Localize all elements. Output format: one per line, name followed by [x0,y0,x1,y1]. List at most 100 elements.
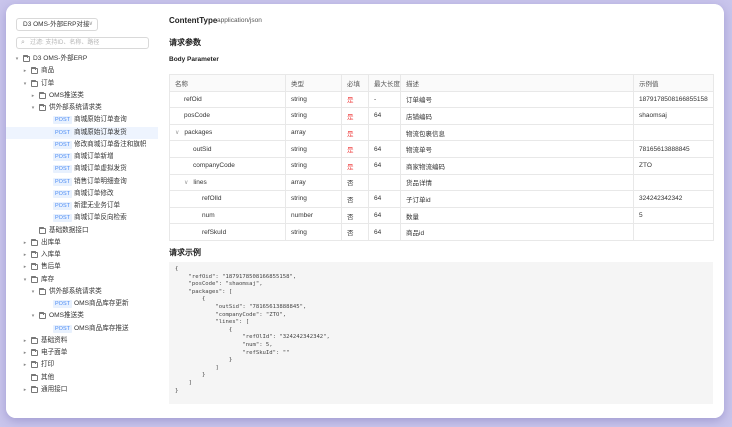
request-params-title: 请求参数 [169,38,201,47]
table-row: num number 否 64 数量 5 [169,206,714,225]
param-desc-cell: 子订单id [400,190,634,208]
tree-folder-item[interactable]: ▾ 供外部系统请求类 [6,102,158,114]
tree-folder-item[interactable]: ▸ 售后单 [6,261,158,273]
caret-down-icon[interactable]: ▾ [30,310,36,322]
param-example-cell [633,173,714,192]
param-name-cell: refOlId [169,190,286,208]
tree-item-label: 订单 [41,79,55,87]
expand-chevron-icon[interactable]: ∨ [184,180,188,186]
folder-icon [31,67,38,75]
param-required-cell: 否 [341,190,369,208]
folder-icon [23,55,30,62]
tree-api-item[interactable]: POST 商城订单反向检索 [6,212,158,224]
param-name: posCode [184,112,211,120]
tree-api-item[interactable]: POST OMS商品库存更新 [6,298,158,310]
caret-right-icon[interactable]: ▸ [22,249,28,261]
tree-item-label: 基础资料 [41,336,68,344]
tree-folder-item[interactable]: ▸ 基础资料 [6,335,158,347]
tree-folder-item[interactable]: 基础数据接口 [6,225,158,237]
tree-item-label: 商城原始订单查询 [74,116,127,124]
tree-api-item[interactable]: POST 商城原始订单发货 [6,126,158,139]
project-select[interactable]: D3 OMS-外部ERP对接 ∨ [16,18,98,31]
tree-folder-item[interactable]: ▾ OMS推送类 [6,310,158,322]
caret-right-icon[interactable]: ▸ [22,384,28,396]
post-method-tag: POST [53,189,72,198]
sidebar: D3 OMS-外部ERP对接 ∨ ⌕ ▾ D3 OMS-外部ERP ▸ 商品 ▾ 订单 ▸ O… [6,4,159,418]
code-line: "refOlId": "324242342342", [175,334,330,341]
tree-item-label: D3 OMS-外部ERP [33,55,88,62]
folder-icon [39,312,46,320]
param-required-cell: 是 [341,140,369,158]
tree-folder-item[interactable]: ▾ D3 OMS-外部ERP [6,53,158,65]
caret-down-icon[interactable]: ▾ [22,274,28,286]
tree-folder-item[interactable]: ▾ 订单 [6,78,158,90]
caret-down-icon[interactable]: ▾ [22,78,28,90]
caret-right-icon[interactable]: ▸ [22,237,28,249]
param-type-cell: string [285,190,342,208]
code-line: { [175,296,206,303]
param-name-cell: refOid [169,90,286,109]
param-type-cell: string [285,140,342,158]
tree-folder-item[interactable]: ▾ 库存 [6,274,158,286]
tree-api-item[interactable]: POST 新建无业务订单 [6,200,158,212]
param-name-cell: outSid [169,140,286,158]
tree-api-item[interactable]: POST 修改商城订单备注和旗帜 [6,139,158,151]
tree-item-label: 商品 [41,67,55,75]
tree-api-item[interactable]: POST OMS商品库存推送 [6,323,158,335]
folder-icon [31,79,38,87]
tree-folder-item[interactable]: ▸ 入库单 [6,249,158,261]
caret-down-icon[interactable]: ▾ [30,286,36,298]
project-select-value: D3 OMS-外部ERP对接 [23,21,90,28]
param-maxlen-cell [368,173,401,192]
tree-folder-item[interactable]: ▸ 商品 [6,65,158,77]
folder-icon [31,238,38,246]
search-input[interactable] [30,38,145,48]
caret-right-icon[interactable]: ▸ [30,90,36,102]
code-line: "refOid": "1879178508166855158", [175,273,297,280]
caret-right-icon[interactable]: ▸ [22,347,28,359]
param-type-cell: array [285,123,342,142]
tree-folder-item[interactable]: ▸ 电子面单 [6,347,158,359]
request-example-code: { "refOid": "1879178508166855158", "posC… [169,262,713,404]
tree-folder-item[interactable]: ▾ 供外部系统请求类 [6,286,158,298]
caret-right-icon[interactable]: ▸ [22,359,28,371]
param-example-cell: ZTO [633,156,714,175]
params-table-header: 名称 类型 必填 最大长度 描述 示例值 [169,74,714,92]
tree-folder-item[interactable]: ▸ 通用接口 [6,384,158,396]
param-example-cell: 5 [633,206,714,225]
expand-chevron-icon[interactable]: ∨ [175,130,179,136]
param-example-cell: shaomsaj [633,107,714,125]
table-row: ∨ packages array 是 物流包裹信息 [169,123,714,142]
folder-icon [31,361,38,369]
tree-api-item[interactable]: POST 商城订单修改 [6,188,158,200]
chevron-down-icon: ∨ [88,21,93,27]
param-maxlen-cell [368,123,401,142]
param-name: outSid [193,145,212,153]
tree-folder-item[interactable]: ▸ 出库单 [6,237,158,249]
caret-right-icon[interactable]: ▸ [22,335,28,347]
caret-down-icon[interactable]: ▾ [30,102,36,114]
caret-right-icon[interactable]: ▸ [22,65,28,77]
tree-item-label: 供外部系统请求类 [49,287,102,295]
tree-item-label: OMS推送类 [49,91,84,99]
tree-api-item[interactable]: POST 商城原始订单查询 [6,114,158,126]
caret-right-icon[interactable]: ▸ [22,261,28,273]
param-example-cell: 324242342342 [633,190,714,208]
caret-down-icon[interactable]: ▾ [14,53,20,65]
search-box[interactable]: ⌕ [16,37,149,49]
tree-api-item[interactable]: POST 商城订单新增 [6,151,158,163]
content-type-value: application/json [217,17,262,24]
param-required-cell: 否 [341,173,369,192]
tree-folder-item[interactable]: 其他 [6,372,158,384]
table-row: refOlId string 否 64 子订单id 324242342342 [169,190,714,208]
tree-folder-item[interactable]: ▸ 打印 [6,359,158,371]
tree-item-label: 商城订单修改 [74,189,114,197]
folder-icon [39,226,46,234]
search-icon: ⌕ [21,39,25,46]
tree-folder-item[interactable]: ▸ OMS推送类 [6,90,158,102]
tree-api-item[interactable]: POST 销售订单明细查询 [6,176,158,188]
param-maxlen-cell: 64 [368,107,401,125]
app-window: D3 OMS-外部ERP对接 ∨ ⌕ ▾ D3 OMS-外部ERP ▸ 商品 ▾ 订单 ▸ O… [6,4,724,418]
request-example-title: 请求示例 [169,248,201,257]
tree-api-item[interactable]: POST 商城订单虚拟发货 [6,163,158,175]
